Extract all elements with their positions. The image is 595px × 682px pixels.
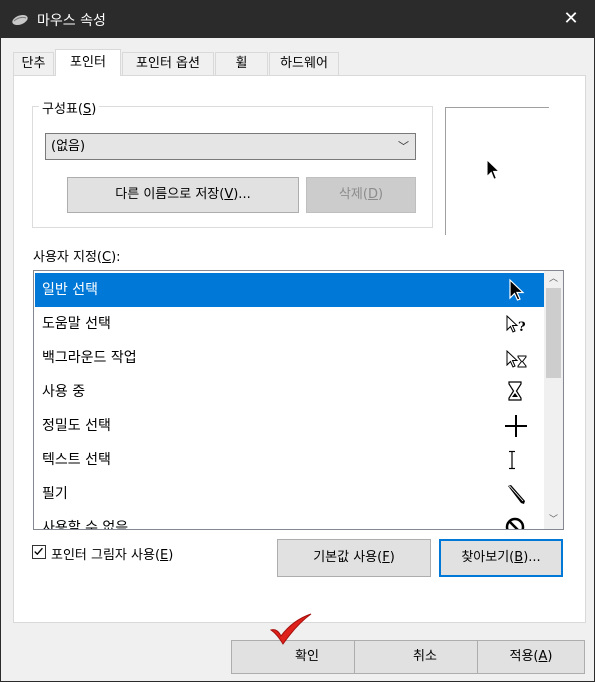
mouse-icon <box>12 14 28 26</box>
list-item[interactable]: 일반 선택 <box>35 273 544 307</box>
list-item[interactable]: 백그라운드 작업 <box>35 341 544 375</box>
use-default-button[interactable]: 기본값 사용(F) <box>277 539 431 577</box>
crosshair-icon <box>505 415 527 437</box>
list-item[interactable]: 필기 <box>35 477 544 511</box>
mouse-properties-window: 마우스 속성 ✕ 구성표(S) (없음) ﹀ 다른 이름으로 저장(V)... … <box>0 0 595 682</box>
scroll-down-icon[interactable]: ﹀ <box>544 512 563 529</box>
arrow-cursor-icon <box>509 278 525 301</box>
apply-button[interactable]: 적용(A) <box>477 640 585 674</box>
svg-text:?: ? <box>518 320 526 335</box>
list-item[interactable]: 사용 중 <box>35 375 544 409</box>
unavailable-icon <box>505 517 525 529</box>
list-item[interactable]: 정밀도 선택 <box>35 409 544 443</box>
list-scrollbar[interactable]: ︿ ﹀ <box>544 271 563 529</box>
browse-button[interactable]: 찾아보기(B)... <box>439 539 563 577</box>
list-item[interactable]: 사용할 수 없음 <box>35 511 544 529</box>
cursor-preview <box>445 107 549 235</box>
chevron-down-icon: ﹀ <box>398 140 409 153</box>
tab-pointers[interactable]: 포인터 <box>55 49 121 76</box>
scheme-selected-value: (없음) <box>51 139 86 154</box>
title-bar: 마우스 속성 ✕ <box>1 1 594 38</box>
close-button[interactable]: ✕ <box>548 1 594 38</box>
scheme-group: 구성표(S) (없음) ﹀ 다른 이름으로 저장(V)... 삭제(D) <box>32 98 433 228</box>
working-cursor-icon <box>506 349 527 368</box>
tab-pointer-options[interactable]: 포인터 옵션 <box>122 52 214 75</box>
checkmark-icon <box>34 547 43 556</box>
cancel-button[interactable]: 취소 <box>354 640 496 674</box>
tab-hardware[interactable]: 하드웨어 <box>269 52 339 75</box>
shadow-checkbox[interactable] <box>32 545 46 559</box>
help-cursor-icon: ? <box>506 314 526 335</box>
pointer-tab-panel: 구성표(S) (없음) ﹀ 다른 이름으로 저장(V)... 삭제(D) 사용자… <box>13 75 586 623</box>
list-item[interactable]: 텍스트 선택 <box>35 443 544 477</box>
custom-label: 사용자 지정(C): <box>33 250 121 265</box>
tab-buttons[interactable]: 단추 <box>13 52 54 75</box>
scheme-label: 구성표(S) <box>39 98 100 117</box>
cursor-list[interactable]: 일반 선택 도움말 선택 ? 백그라운드 작업 사용 중 정밀도 선택 텍스트 … <box>33 270 564 530</box>
scroll-thumb[interactable] <box>546 288 561 378</box>
hourglass-icon <box>508 381 522 401</box>
window-title: 마우스 속성 <box>37 13 106 29</box>
list-item[interactable]: 도움말 선택 ? <box>35 307 544 341</box>
save-as-button[interactable]: 다른 이름으로 저장(V)... <box>67 177 299 213</box>
tab-wheel[interactable]: 휠 <box>215 52 268 75</box>
ibeam-icon <box>509 450 515 470</box>
delete-button[interactable]: 삭제(D) <box>306 177 416 213</box>
arrow-cursor-preview-icon <box>486 159 501 180</box>
scheme-select[interactable]: (없음) ﹀ <box>45 133 416 160</box>
scroll-up-icon[interactable]: ︿ <box>544 271 563 288</box>
shadow-checkbox-label: 포인터 그림자 사용(E) <box>51 548 174 563</box>
pen-icon <box>508 485 525 504</box>
